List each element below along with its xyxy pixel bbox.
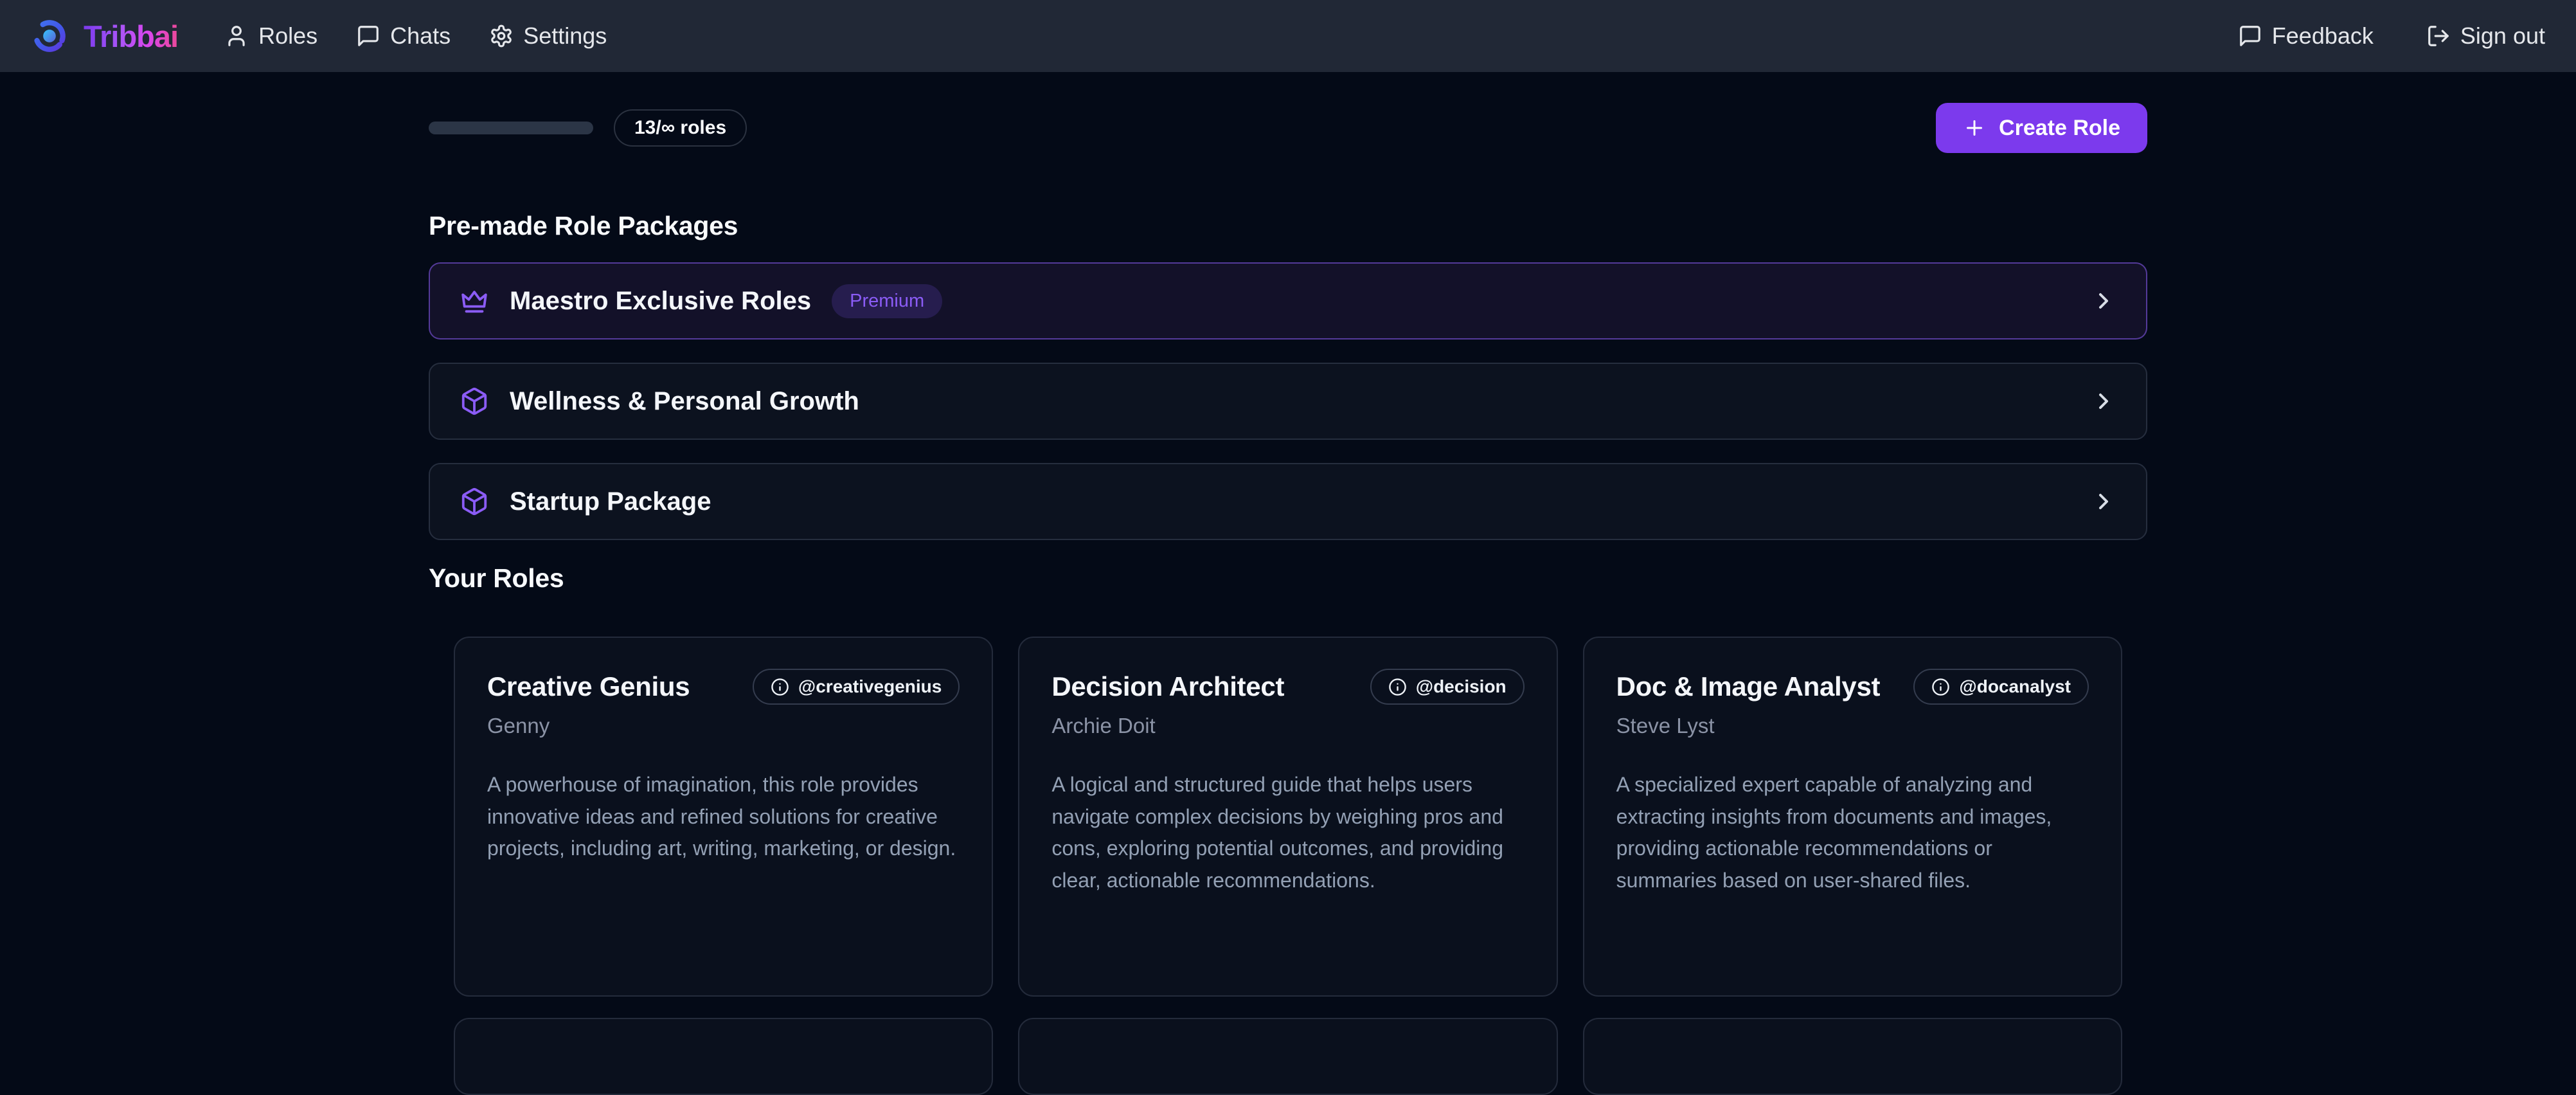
create-role-button[interactable]: Create Role xyxy=(1936,103,2147,153)
info-icon xyxy=(1931,678,1950,696)
info-icon xyxy=(1388,678,1407,696)
main-content: 13/∞ roles Create Role Pre-made Role Pac… xyxy=(429,103,2147,1095)
roles-usage-progress-bar xyxy=(429,122,593,134)
chat-bubble-icon xyxy=(2238,24,2262,48)
package-title: Maestro Exclusive Roles xyxy=(510,287,811,316)
package-icon xyxy=(460,386,489,416)
package-title: Startup Package xyxy=(510,487,711,516)
feedback-label: Feedback xyxy=(2272,23,2374,50)
role-agent-name: Genny xyxy=(487,714,960,738)
role-card-doc-image-analyst[interactable]: Doc & Image Analyst @docanalyst Steve Ly… xyxy=(1583,637,2122,997)
create-role-label: Create Role xyxy=(1999,116,2120,141)
role-card-decision-architect[interactable]: Decision Architect @decision Archie Doit… xyxy=(1018,637,1557,997)
package-row-wellness-growth[interactable]: Wellness & Personal Growth xyxy=(429,363,2147,440)
role-handle-badge[interactable]: @creativegenius xyxy=(753,669,960,705)
crown-icon xyxy=(460,286,489,316)
nav-item-label: Chats xyxy=(390,23,451,50)
roles-grid: Creative Genius @creativegenius Genny A … xyxy=(429,637,2147,997)
role-title: Doc & Image Analyst xyxy=(1616,671,1881,702)
role-handle-badge[interactable]: @decision xyxy=(1370,669,1525,705)
sign-out-label: Sign out xyxy=(2460,23,2545,50)
role-description: A powerhouse of imagination, this role p… xyxy=(487,769,960,865)
sign-out-icon xyxy=(2426,24,2451,48)
role-handle: @creativegenius xyxy=(798,676,942,697)
brand[interactable]: Tribbai xyxy=(31,17,178,55)
nav-item-chats[interactable]: Chats xyxy=(356,23,451,50)
roles-count-badge: 13/∞ roles xyxy=(614,109,747,147)
role-handle-badge[interactable]: @docanalyst xyxy=(1913,669,2089,705)
roles-grid-next-row xyxy=(429,1018,2147,1095)
your-roles-heading: Your Roles xyxy=(429,563,2147,593)
role-description: A logical and structured guide that help… xyxy=(1051,769,1524,896)
role-description: A specialized expert capable of analyzin… xyxy=(1616,769,2089,896)
role-card-creative-genius[interactable]: Creative Genius @creativegenius Genny A … xyxy=(454,637,993,997)
role-handle: @docanalyst xyxy=(1959,676,2071,697)
usage-row: 13/∞ roles Create Role xyxy=(429,103,2147,153)
package-title: Wellness & Personal Growth xyxy=(510,387,859,416)
chat-bubble-icon xyxy=(356,24,380,48)
package-row-maestro-exclusive[interactable]: Maestro Exclusive Roles Premium xyxy=(429,262,2147,339)
role-title: Decision Architect xyxy=(1051,671,1284,702)
role-card-partial[interactable] xyxy=(1583,1018,2122,1095)
role-handle: @decision xyxy=(1416,676,1507,697)
package-icon xyxy=(460,487,489,516)
role-card-partial[interactable] xyxy=(454,1018,993,1095)
package-row-startup[interactable]: Startup Package xyxy=(429,463,2147,540)
chevron-right-icon xyxy=(2091,288,2116,314)
role-agent-name: Steve Lyst xyxy=(1616,714,2089,738)
tribbai-logo-icon xyxy=(31,17,68,55)
brand-name: Tribbai xyxy=(84,19,178,54)
feedback-button[interactable]: Feedback xyxy=(2238,23,2374,50)
nav-item-label: Roles xyxy=(258,23,318,50)
nav-item-settings[interactable]: Settings xyxy=(489,23,607,50)
sign-out-button[interactable]: Sign out xyxy=(2426,23,2545,50)
roles-count-label: 13/∞ roles xyxy=(634,117,726,139)
role-card-partial[interactable] xyxy=(1018,1018,1557,1095)
plus-icon xyxy=(1963,116,1986,140)
user-icon xyxy=(224,24,249,48)
chevron-right-icon xyxy=(2091,489,2116,514)
chevron-right-icon xyxy=(2091,388,2116,414)
premium-badge: Premium xyxy=(832,284,942,318)
top-navbar: Tribbai Roles Chats Settings xyxy=(0,0,2576,72)
role-agent-name: Archie Doit xyxy=(1051,714,1524,738)
premade-packages-heading: Pre-made Role Packages xyxy=(429,211,2147,241)
role-title: Creative Genius xyxy=(487,671,690,702)
gear-icon xyxy=(489,24,514,48)
nav-item-roles[interactable]: Roles xyxy=(224,23,318,50)
info-icon xyxy=(771,678,789,696)
nav-item-label: Settings xyxy=(523,23,607,50)
